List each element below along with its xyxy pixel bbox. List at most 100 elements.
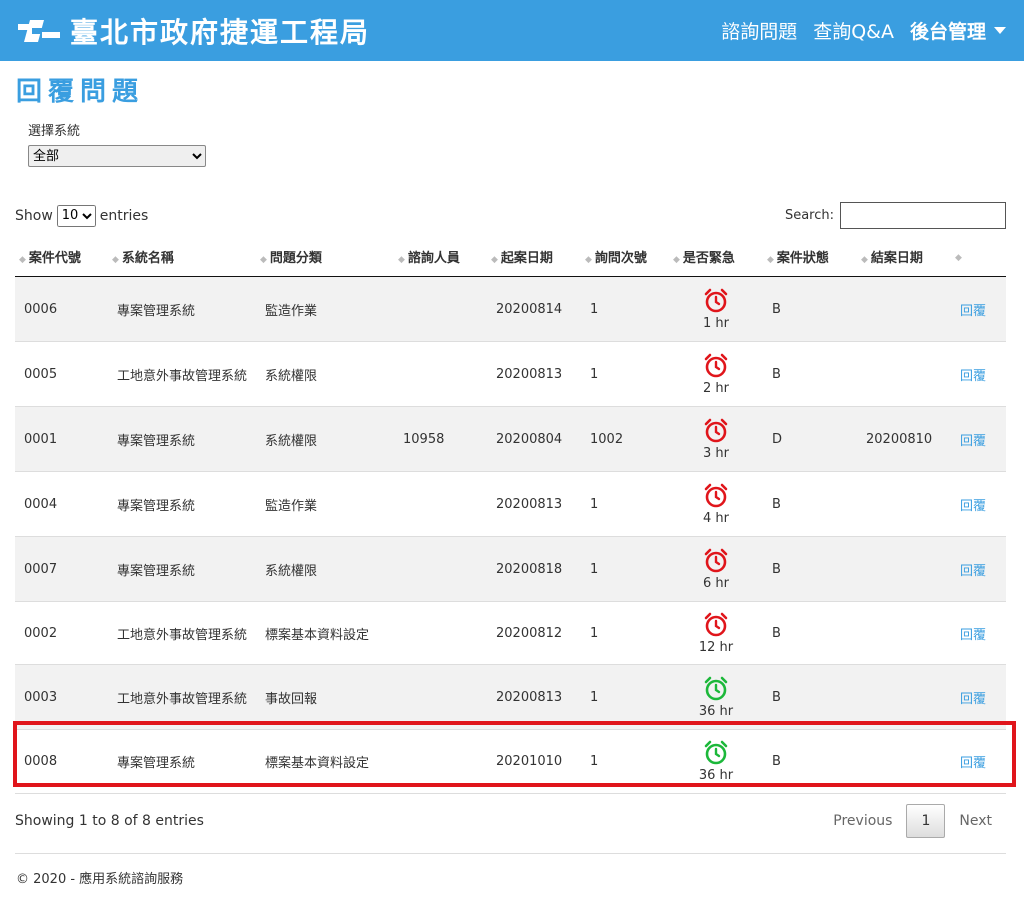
length-entries-label: entries [99,207,149,224]
urgency-hours: 6 hr [703,575,729,591]
ask-count-cell: 1 [590,561,599,577]
close-date-cell [857,602,951,665]
urgency-hours: 3 hr [703,445,729,461]
status-cell: B [772,366,781,382]
table-row: 0004 專案管理系統 監造作業 20200813 1 4 hr B 回覆 [15,472,1006,537]
nav-consult[interactable]: 諮詢問題 [721,17,797,44]
case-id-cell: 0001 [24,431,58,447]
column-header[interactable]: ◆ [951,239,1006,277]
system-name-cell: 專案管理系統 [117,303,196,319]
column-header[interactable]: ◆ 案件代號 [15,239,108,277]
case-id-cell: 0004 [24,496,58,512]
status-cell: B [772,496,781,512]
length-control: Show 10 entries [15,204,149,227]
consultant-cell [394,277,487,342]
nav-admin-dropdown[interactable]: 後台管理 [910,17,1006,44]
main-nav: 諮詢問題 查詢Q&A 後台管理 [721,17,1006,44]
copyright: © 2020 - 應用系統諮詢服務 [16,872,184,887]
urgency-cell: 6 hr [669,537,763,602]
urgency-hours: 36 hr [698,768,734,783]
column-header[interactable]: ◆ 結案日期 [857,239,951,277]
alarm-clock-icon [704,418,728,442]
brand[interactable]: 臺北市政府捷運工程局 [16,11,370,51]
pager-page-1[interactable]: 1 [906,804,946,838]
caret-down-icon [994,27,1006,34]
reply-link[interactable]: 回覆 [960,304,986,319]
reply-link[interactable]: 回覆 [960,369,986,384]
status-cell: B [772,561,781,577]
column-header-label: 是否緊急 [682,251,735,266]
system-name-cell: 專案管理系統 [117,433,196,449]
consultant-cell: 10958 [403,431,445,447]
urgency-cell: 12 hr [669,602,763,665]
status-cell: D [772,431,783,447]
table-row: 0003 工地意外事故管理系統 事故回報 20200813 1 36 hr B 回覆 [15,664,1006,730]
system-name-cell: 工地意外事故管理系統 [117,368,248,384]
reply-link[interactable]: 回覆 [960,499,986,514]
open-date-cell: 20200812 [496,625,563,641]
urgency-cell: 3 hr [669,407,763,472]
table-row: 0008 專案管理系統 標案基本資料設定 20201010 1 36 hr B 回覆 [15,730,1006,794]
reply-link[interactable]: 回覆 [960,564,986,579]
reply-cell: 回覆 [951,472,1006,537]
status-cell: B [772,754,781,769]
urgency-cell: 4 hr [669,472,763,537]
reply-cell: 回覆 [951,407,1006,472]
case-id-cell: 0008 [24,754,58,769]
open-date-cell: 20200804 [496,431,563,447]
alarm-clock-icon [704,288,728,312]
system-name-cell: 工地意外事故管理系統 [117,691,248,707]
reply-link[interactable]: 回覆 [960,434,986,449]
ask-count-cell: 1 [590,301,599,317]
column-header-label: 案件狀態 [776,251,829,266]
close-date-cell: 20200810 [866,431,933,447]
status-cell: B [772,301,781,317]
category-cell: 系統權限 [265,433,318,449]
consultant-cell [394,342,487,407]
reply-cell: 回覆 [951,602,1006,665]
nav-qa[interactable]: 查詢Q&A [813,17,894,44]
urgency-hours: 4 hr [703,510,729,526]
column-header[interactable]: ◆ 系統名稱 [108,239,256,277]
open-date-cell: 20200813 [496,366,563,382]
column-header[interactable]: ◆ 諮詢人員 [394,239,487,277]
column-header[interactable]: ◆ 詢問次號 [581,239,669,277]
column-header[interactable]: ◆ 案件狀態 [763,239,857,277]
alarm-clock-icon [704,548,728,572]
search-input[interactable] [840,202,1006,229]
consultant-cell [394,665,487,730]
column-header[interactable]: ◆ 起案日期 [487,239,581,277]
table-row: 0001 專案管理系統 系統權限 10958 20200804 1002 3 hr D 2020… [15,406,1006,472]
brand-name: 臺北市政府捷運工程局 [70,15,371,49]
column-header[interactable]: ◆ 是否緊急 [669,239,763,277]
sort-icon: ◆ [585,255,592,265]
table-info: Showing 1 to 8 of 8 entries [15,813,204,829]
case-id-cell: 0007 [24,561,58,577]
sort-icon: ◆ [398,255,405,265]
page-length-select[interactable]: 10 [56,204,96,227]
ask-count-cell: 1002 [590,431,624,447]
sort-icon: ◆ [19,255,26,265]
system-filter-label: 選擇系統 [28,124,81,139]
system-filter: 選擇系統 全部 [28,120,1024,167]
sort-icon: ◆ [260,255,267,265]
alarm-clock-icon [704,676,728,700]
status-cell: B [772,689,781,705]
ask-count-cell: 1 [590,625,599,641]
top-navbar: 臺北市政府捷運工程局 諮詢問題 查詢Q&A 後台管理 [0,0,1024,61]
table-info-bar: Showing 1 to 8 of 8 entries Previous 1 N… [15,794,1006,848]
column-header[interactable]: ◆ 問題分類 [256,239,394,277]
category-cell: 系統權限 [265,368,318,384]
reply-link[interactable]: 回覆 [960,628,986,643]
pager-previous[interactable]: Previous [819,805,906,837]
consultant-cell [394,537,487,602]
consultant-cell [394,472,487,537]
alarm-clock-icon [704,612,728,636]
table-row: 0006 專案管理系統 監造作業 20200814 1 1 hr B 回覆 [15,276,1006,342]
pagination: Previous 1 Next [819,804,1006,838]
reply-link[interactable]: 回覆 [960,692,986,707]
reply-link[interactable]: 回覆 [960,756,986,771]
system-select[interactable]: 全部 [28,145,206,167]
pager-next[interactable]: Next [945,805,1006,837]
open-date-cell: 20201010 [496,754,563,769]
